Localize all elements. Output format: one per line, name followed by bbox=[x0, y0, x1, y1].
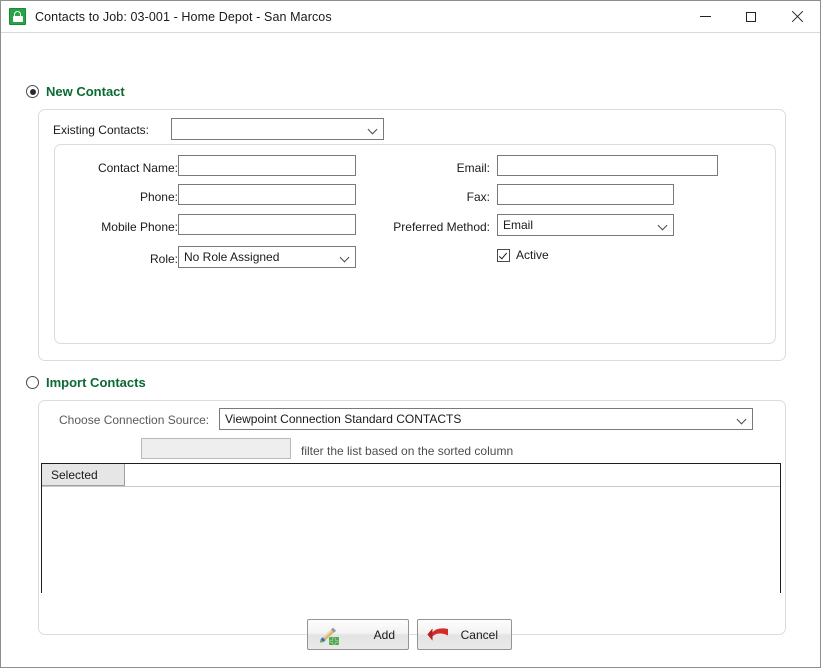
role-dropdown[interactable]: No Role Assigned bbox=[178, 246, 356, 268]
mobile-phone-input[interactable] bbox=[178, 214, 356, 235]
contacts-to-job-window: Contacts to Job: 03-001 - Home Depot - S… bbox=[0, 0, 821, 668]
preferred-method-dropdown[interactable]: Email bbox=[497, 214, 674, 236]
import-contacts-radio-row[interactable]: Import Contacts bbox=[26, 375, 146, 390]
contacts-app-icon bbox=[9, 8, 26, 25]
filter-hint-text: filter the list based on the sorted colu… bbox=[301, 444, 514, 458]
grid-header-row: Selected bbox=[42, 464, 780, 487]
filter-input[interactable] bbox=[141, 438, 291, 459]
import-contacts-label: Import Contacts bbox=[46, 375, 146, 390]
connection-source-label: Choose Connection Source: bbox=[59, 413, 210, 427]
dialog-body: New Contact Existing Contacts: Contact N… bbox=[1, 33, 820, 667]
cancel-button[interactable]: Cancel bbox=[417, 619, 512, 650]
add-button[interactable]: Add bbox=[307, 619, 409, 650]
connection-source-value: Viewpoint Connection Standard CONTACTS bbox=[225, 412, 462, 426]
new-contact-radio[interactable] bbox=[26, 85, 39, 98]
active-checkbox[interactable] bbox=[497, 248, 510, 262]
phone-label: Phone: bbox=[139, 190, 178, 204]
cancel-button-label: Cancel bbox=[460, 627, 498, 642]
close-button[interactable] bbox=[774, 1, 820, 32]
new-contact-radio-row[interactable]: New Contact bbox=[26, 84, 125, 99]
role-label: Role: bbox=[149, 252, 178, 266]
preferred-method-value: Email bbox=[503, 218, 534, 232]
contact-name-input[interactable] bbox=[178, 155, 356, 176]
role-value: No Role Assigned bbox=[184, 250, 280, 264]
connection-source-dropdown[interactable]: Viewpoint Connection Standard CONTACTS bbox=[219, 408, 753, 430]
existing-contacts-label: Existing Contacts: bbox=[52, 123, 149, 137]
active-checkbox-row[interactable]: Active bbox=[497, 248, 549, 262]
import-contacts-grid[interactable]: Selected bbox=[41, 463, 781, 593]
minimize-button[interactable] bbox=[682, 1, 728, 32]
phone-input[interactable] bbox=[178, 184, 356, 205]
import-contacts-radio[interactable] bbox=[26, 376, 39, 389]
email-label: Email: bbox=[456, 161, 490, 175]
pencil-add-icon bbox=[316, 624, 342, 646]
email-input[interactable] bbox=[497, 155, 718, 176]
existing-contacts-dropdown[interactable] bbox=[171, 118, 384, 140]
red-back-arrow-icon bbox=[426, 624, 452, 646]
minimize-icon bbox=[699, 16, 711, 17]
active-label: Active bbox=[516, 248, 549, 262]
title-bar: Contacts to Job: 03-001 - Home Depot - S… bbox=[1, 1, 820, 33]
chevron-down-icon bbox=[655, 215, 673, 235]
close-icon bbox=[791, 11, 803, 23]
maximize-button[interactable] bbox=[728, 1, 774, 32]
window-title: Contacts to Job: 03-001 - Home Depot - S… bbox=[35, 9, 332, 24]
window-controls bbox=[682, 1, 820, 32]
new-contact-label: New Contact bbox=[46, 84, 125, 99]
chevron-down-icon bbox=[734, 409, 752, 429]
mobile-phone-label: Mobile Phone: bbox=[101, 220, 178, 234]
maximize-icon bbox=[746, 11, 756, 22]
contact-name-label: Contact Name: bbox=[97, 161, 178, 175]
chevron-down-icon bbox=[337, 247, 355, 267]
fax-input[interactable] bbox=[497, 184, 674, 205]
grid-column-selected[interactable]: Selected bbox=[42, 464, 125, 486]
fax-label: Fax: bbox=[466, 190, 490, 204]
preferred-method-label: Preferred Method: bbox=[393, 220, 490, 234]
chevron-down-icon bbox=[365, 119, 383, 139]
add-button-label: Add bbox=[373, 627, 395, 642]
grid-body[interactable] bbox=[42, 487, 780, 593]
